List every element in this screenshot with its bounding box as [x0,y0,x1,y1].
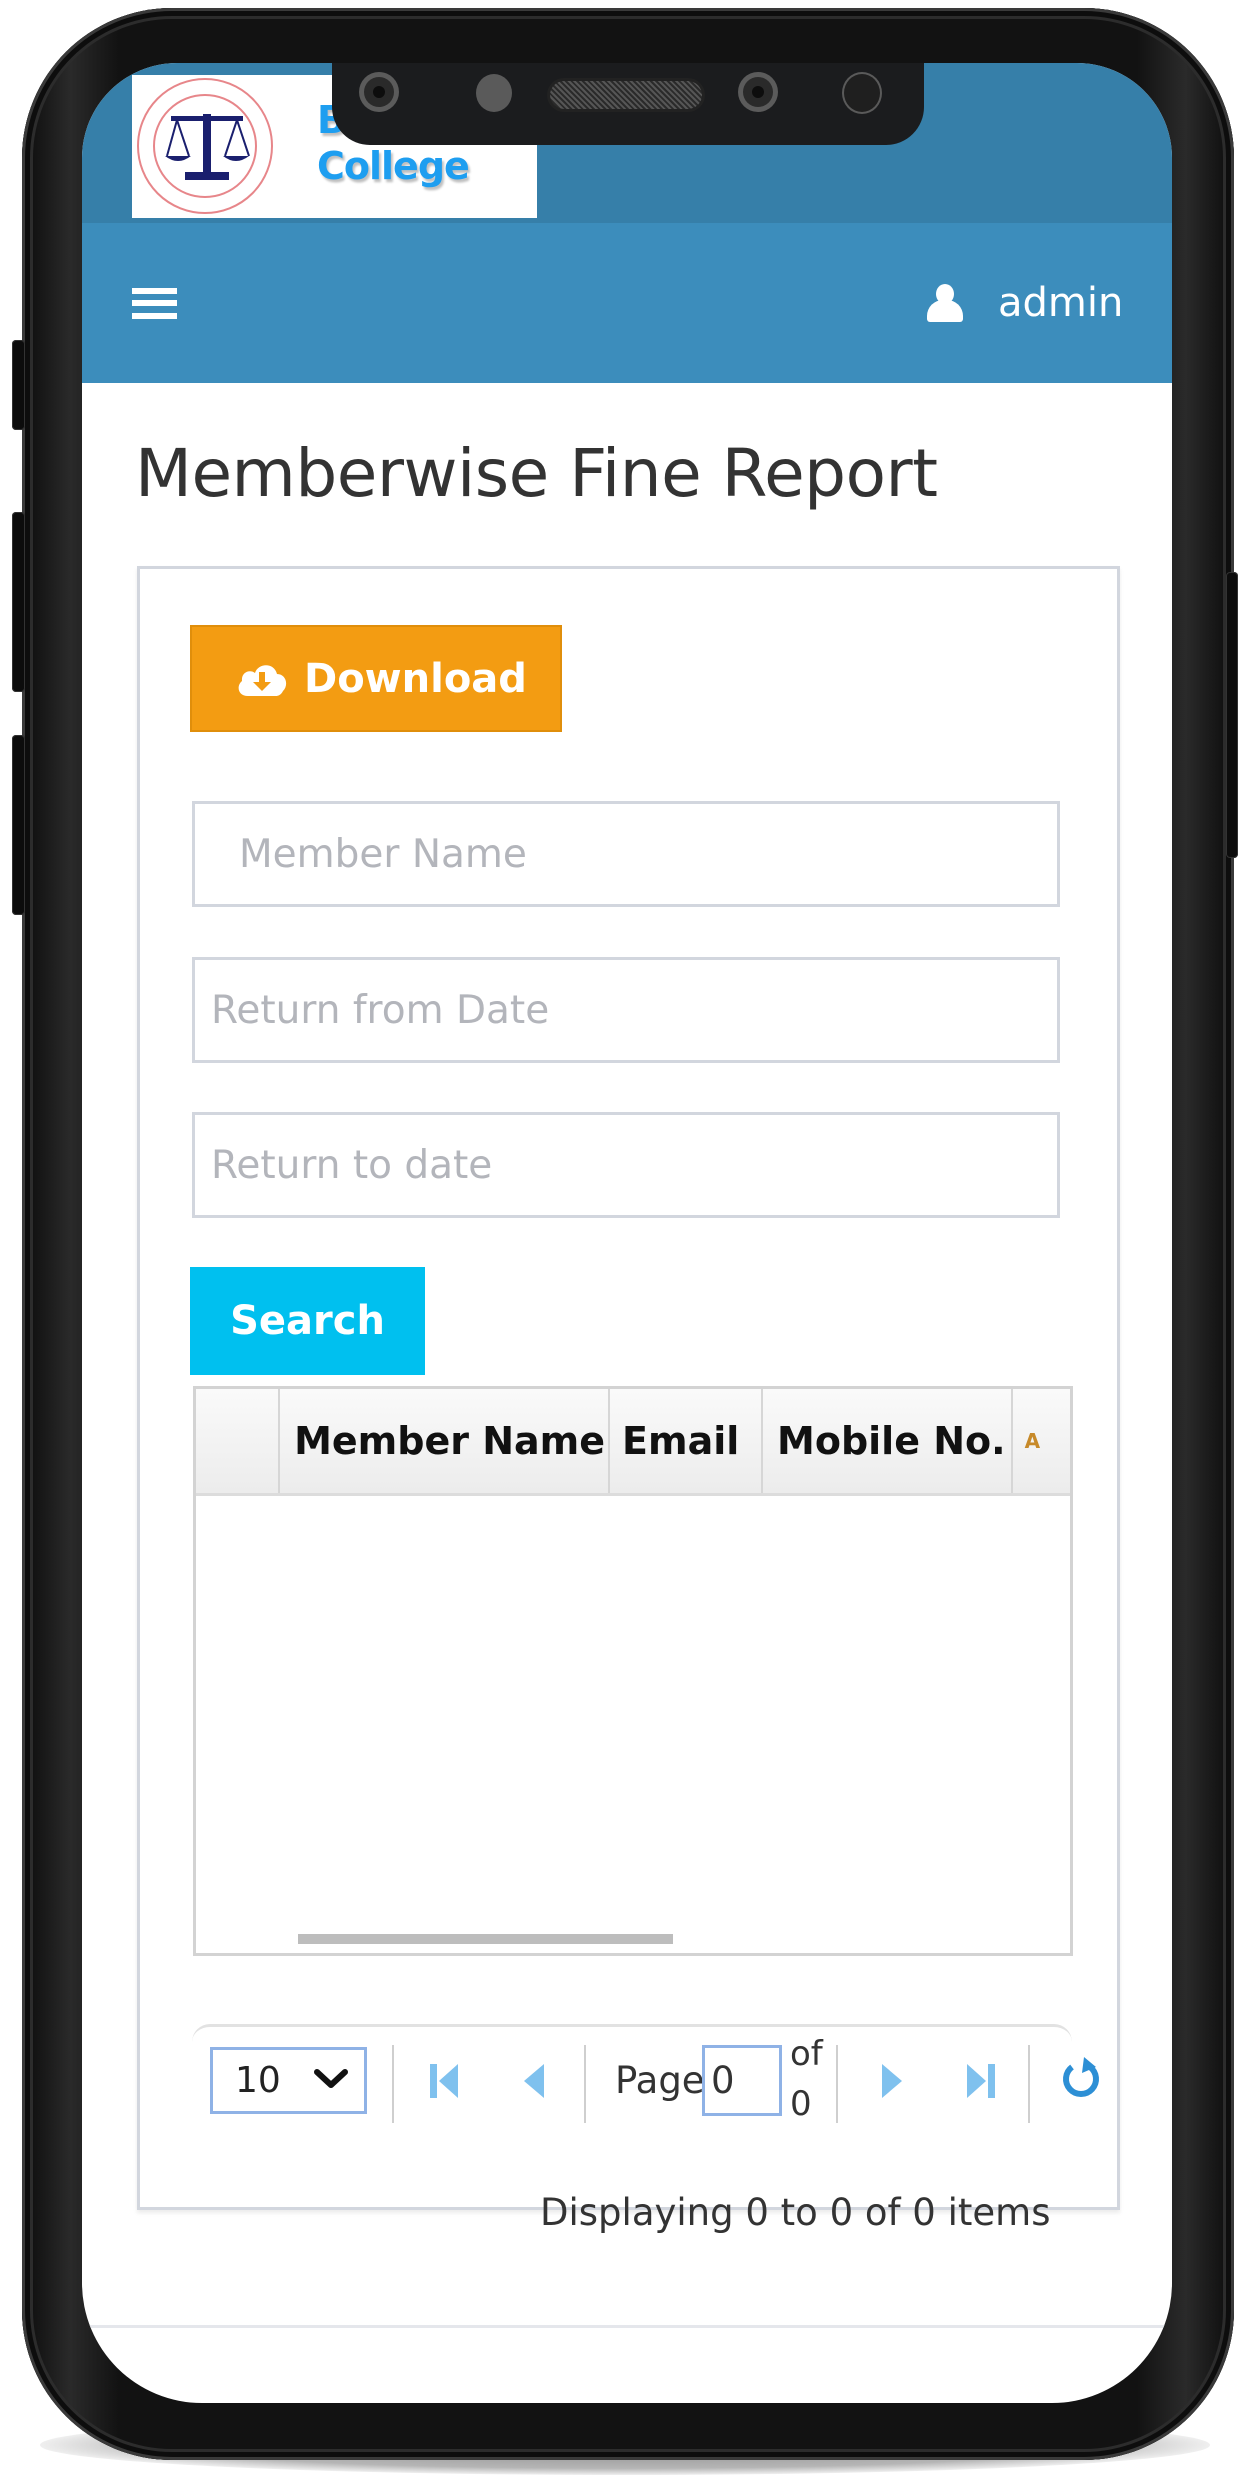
column-header-select[interactable] [196,1389,281,1493]
previous-page-icon[interactable] [522,2064,546,2098]
phone-screen: Be College admin Memberwise Fine Report [82,63,1172,2403]
download-button[interactable]: Download [190,625,562,732]
volume-mute-button [12,340,25,430]
camera-icon [743,77,773,107]
pager-separator [836,2045,838,2123]
column-header-amount[interactable]: A [1013,1389,1070,1493]
volume-down-button [12,735,25,915]
first-page-icon[interactable] [430,2064,460,2098]
navbar: admin [82,223,1172,383]
return-to-date-input[interactable]: Return to date [192,1112,1060,1218]
camera-icon [364,77,394,107]
sensor-icon [844,74,880,112]
hamburger-icon[interactable] [132,288,177,319]
member-name-input[interactable]: Member Name [192,801,1060,907]
column-header-mobile[interactable]: Mobile No. [763,1389,1013,1493]
horizontal-scrollbar[interactable] [298,1934,673,1944]
report-grid: Member Name Email Mobile No. A [193,1386,1073,1956]
sensor-icon [476,74,512,112]
page-title: Memberwise Fine Report [135,435,938,512]
volume-up-button [12,512,25,692]
user-menu[interactable]: admin [925,280,1124,326]
report-card: Download Member Name Return from Date Re… [137,566,1120,2234]
phone-notch [332,63,924,145]
grid-header: Member Name Email Mobile No. A [196,1389,1070,1496]
next-page-icon[interactable] [880,2064,904,2098]
search-button[interactable]: Search [190,1267,425,1375]
pager-separator [1028,2045,1030,2123]
page-size-select[interactable]: 10 [210,2047,367,2114]
current-page-input[interactable]: 0 [702,2045,782,2116]
cloud-download-icon [238,664,287,696]
refresh-icon[interactable] [1062,2057,1100,2099]
page-of-label: of 0 [790,2034,823,2124]
last-page-icon[interactable] [965,2064,995,2098]
username: admin [998,280,1124,326]
power-button [1226,572,1238,858]
page-label: Page [615,2059,705,2102]
seal-icon [137,78,273,214]
return-from-date-input[interactable]: Return from Date [192,957,1060,1063]
pager-separator [584,2045,586,2123]
footer-divider [82,2325,1172,2328]
user-icon [925,284,965,322]
speaker-grille [550,81,702,109]
pager-separator [392,2045,394,2123]
display-info: Displaying 0 to 0 of 0 items [540,2191,1051,2234]
column-header-email[interactable]: Email [610,1389,764,1493]
chevron-down-icon [314,2069,348,2088]
pagination-bar: 10 Page 0 of 0 [192,2024,1099,2142]
column-header-member-name[interactable]: Member Name [280,1389,611,1493]
